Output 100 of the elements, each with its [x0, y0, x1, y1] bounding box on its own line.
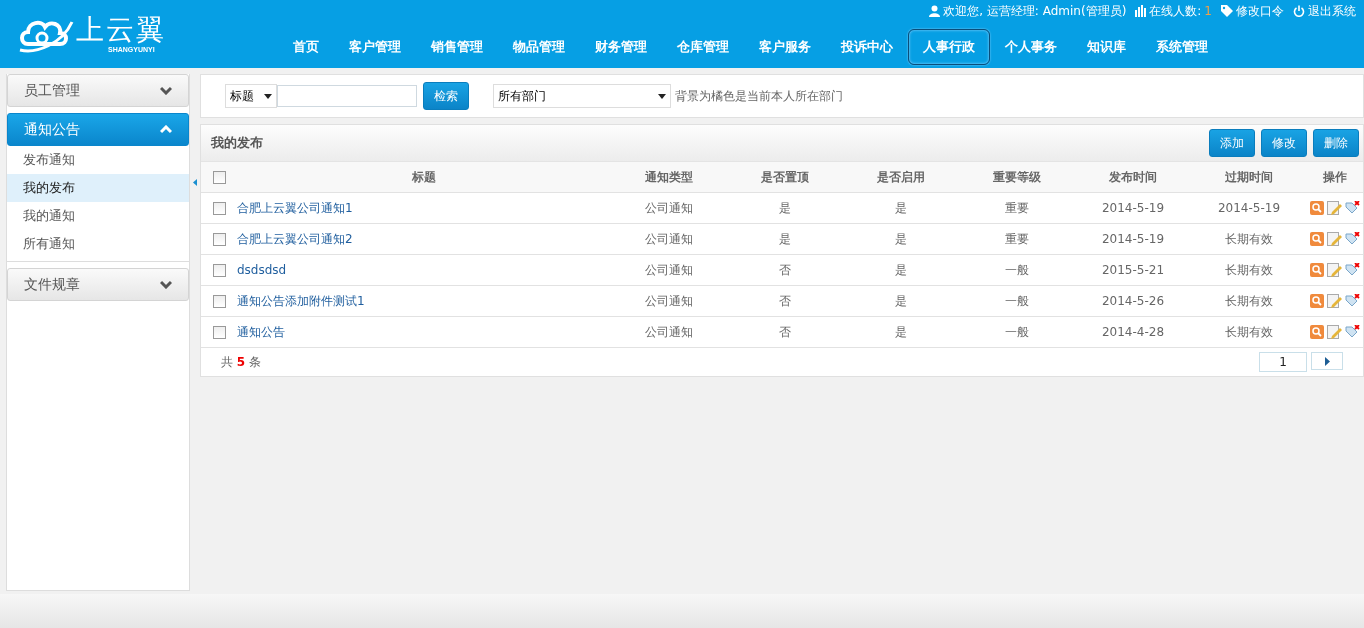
table-cell-text: 一般 [1004, 292, 1030, 310]
sidebar-group-header[interactable]: 文件规章 [7, 268, 189, 301]
table-cell-text: 重要 [1004, 230, 1030, 248]
welcome-text: 欢迎您, 运营经理: Admin(管理员) [943, 2, 1127, 20]
nav-tab[interactable]: 销售管理 [416, 29, 498, 65]
toolbar-button[interactable]: 修改 [1261, 129, 1307, 157]
table-cell-text: 公司通知 [644, 230, 694, 248]
table-cell-text: 公司通知 [644, 292, 694, 310]
table-cell-text: 2014-5-19 [1100, 231, 1166, 248]
sidebar-item[interactable]: 所有通知 [7, 230, 189, 258]
notice-title-link[interactable]: 合肥上云翼公司通知1 [237, 199, 353, 217]
tag-icon [1221, 5, 1233, 17]
panel-title: 我的发布 [211, 134, 263, 152]
column-header: 是否置顶 [760, 168, 810, 186]
select-all-checkbox[interactable] [212, 170, 226, 184]
column-header: 标题 [411, 168, 437, 186]
table-cell-text: 是 [894, 261, 908, 279]
search-field[interactable] [277, 85, 417, 107]
nav-tab[interactable]: 系统管理 [1141, 29, 1223, 65]
row-checkbox[interactable] [212, 201, 226, 215]
table-cell-text: 公司通知 [644, 261, 694, 279]
edit-icon[interactable] [1327, 263, 1342, 277]
table-cell-text: 2014-5-26 [1100, 293, 1166, 310]
delete-tag-icon[interactable] [1345, 232, 1360, 246]
delete-tag-icon[interactable] [1345, 294, 1360, 308]
chevron-down-icon [160, 86, 172, 95]
table-cell-text: 2014-4-28 [1100, 324, 1166, 341]
sidebar-item[interactable]: 我的发布 [7, 174, 189, 202]
nav-tab[interactable]: 客户服务 [744, 29, 826, 65]
table-cell-text: 重要 [1004, 199, 1030, 217]
next-page-button[interactable] [1311, 352, 1343, 370]
table-cell-text: 长期有效 [1224, 323, 1274, 341]
view-icon[interactable] [1310, 263, 1324, 277]
edit-icon[interactable] [1327, 294, 1342, 308]
sidebar-group-header[interactable]: 通知公告 [7, 113, 189, 146]
edit-icon[interactable] [1327, 325, 1342, 339]
nav-tab[interactable]: 人事行政 [908, 29, 990, 65]
notice-title-link[interactable]: 通知公告 [237, 323, 285, 341]
nav-tab[interactable]: 物品管理 [498, 29, 580, 65]
column-header: 过期时间 [1224, 168, 1274, 186]
chevron-down-icon [160, 280, 172, 289]
toolbar-button[interactable]: 添加 [1209, 129, 1255, 157]
view-icon[interactable] [1310, 325, 1324, 339]
row-checkbox[interactable] [212, 325, 226, 339]
table-cell-text: 2014-5-19 [1216, 200, 1282, 217]
table-cell-text: 2015-5-21 [1100, 262, 1166, 279]
department-select[interactable]: 所有部门 [493, 84, 671, 108]
view-icon[interactable] [1310, 294, 1324, 308]
table-cell-text: 是 [894, 199, 908, 217]
delete-tag-icon[interactable] [1345, 263, 1360, 277]
delete-tag-icon[interactable] [1345, 325, 1360, 339]
delete-tag-icon[interactable] [1345, 201, 1360, 215]
table-cell-text: 否 [778, 323, 792, 341]
row-checkbox[interactable] [212, 232, 226, 246]
row-checkbox[interactable] [212, 294, 226, 308]
logout-link[interactable]: 退出系统 [1308, 2, 1356, 20]
table-cell-text: 否 [778, 261, 792, 279]
chevron-up-icon [160, 125, 172, 134]
table-cell-text: 否 [778, 292, 792, 310]
edit-icon[interactable] [1327, 201, 1342, 215]
column-header: 重要等级 [992, 168, 1042, 186]
toolbar-button[interactable]: 删除 [1313, 129, 1359, 157]
notice-title-link[interactable]: 合肥上云翼公司通知2 [237, 230, 353, 248]
nav-tab[interactable]: 首页 [278, 29, 334, 65]
column-header: 发布时间 [1108, 168, 1158, 186]
table-cell-text: 一般 [1004, 323, 1030, 341]
user-icon [929, 5, 941, 17]
table-cell-text: 是 [778, 230, 792, 248]
table-cell-text: 公司通知 [644, 199, 694, 217]
notice-title-link[interactable]: 通知公告添加附件测试1 [237, 292, 365, 310]
notice-title-link[interactable]: dsdsdsd [237, 263, 287, 277]
collapse-arrow-icon[interactable] [193, 179, 197, 186]
table-cell-text: 是 [894, 230, 908, 248]
search-button[interactable]: 检索 [423, 82, 469, 110]
row-checkbox[interactable] [212, 263, 226, 277]
hint-text: 背景为橘色是当前本人所在部门 [675, 87, 843, 105]
bar-chart-icon [1135, 5, 1147, 17]
page-number[interactable]: 1 [1259, 352, 1307, 372]
column-header: 是否启用 [876, 168, 926, 186]
view-icon[interactable] [1310, 201, 1324, 215]
sidebar-item[interactable]: 我的通知 [7, 202, 189, 230]
view-icon[interactable] [1310, 232, 1324, 246]
sidebar-item[interactable]: 发布通知 [7, 146, 189, 174]
nav-tab[interactable]: 财务管理 [580, 29, 662, 65]
column-header: 操作 [1322, 168, 1348, 186]
brand-name: 上云翼 [76, 15, 166, 44]
nav-tab[interactable]: 知识库 [1072, 29, 1141, 65]
edit-icon[interactable] [1327, 232, 1342, 246]
table-cell-text: 是 [894, 292, 908, 310]
sidebar-group-header[interactable]: 员工管理 [7, 74, 189, 107]
table-cell-text: 2014-5-19 [1100, 200, 1166, 217]
nav-tab[interactable]: 仓库管理 [662, 29, 744, 65]
nav-tab[interactable]: 投诉中心 [826, 29, 908, 65]
change-password-link[interactable]: 修改口令 [1236, 2, 1284, 20]
table-cell-text: 长期有效 [1224, 261, 1274, 279]
table-cell-text: 长期有效 [1224, 292, 1274, 310]
total-count: 共 5 条 [221, 353, 261, 371]
online-label: 在线人数: [1149, 2, 1202, 20]
nav-tab[interactable]: 客户管理 [334, 29, 416, 65]
nav-tab[interactable]: 个人事务 [990, 29, 1072, 65]
